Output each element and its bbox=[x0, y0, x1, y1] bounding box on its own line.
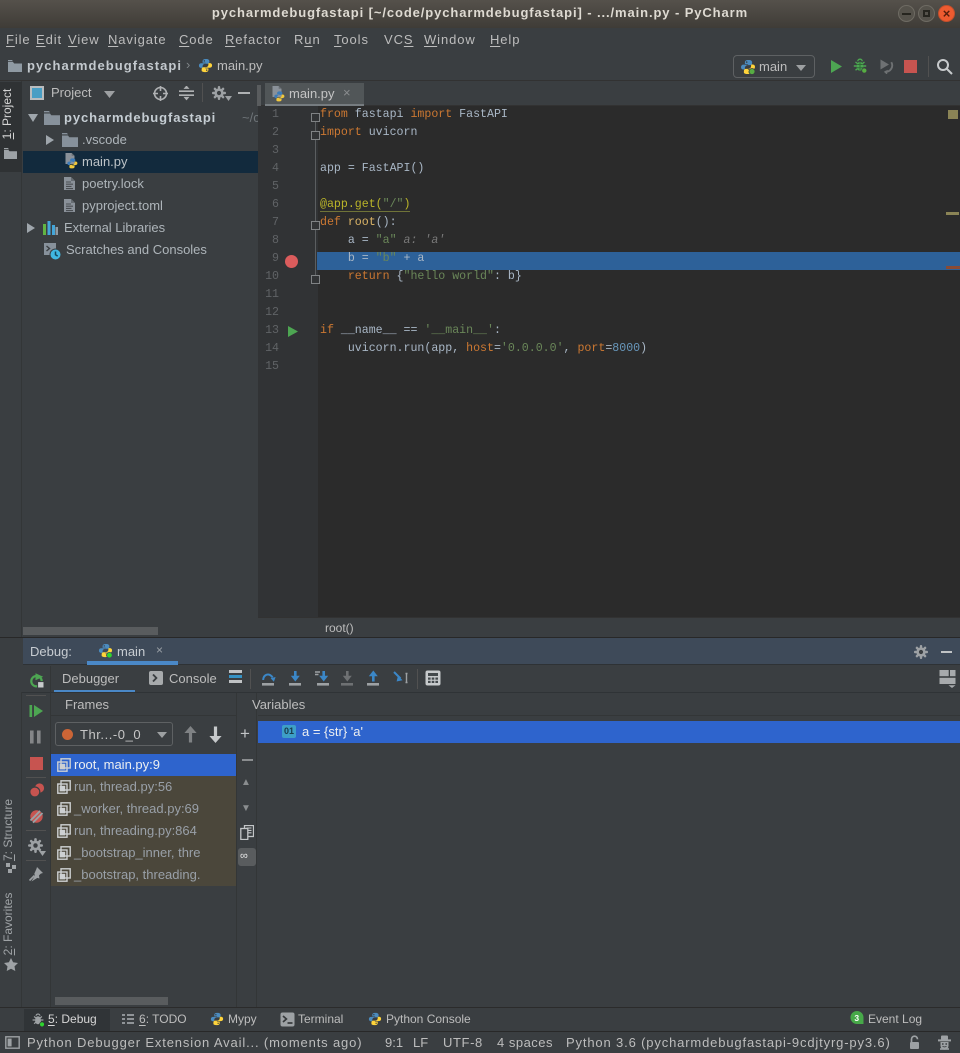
svg-text:3: 3 bbox=[854, 1013, 859, 1023]
